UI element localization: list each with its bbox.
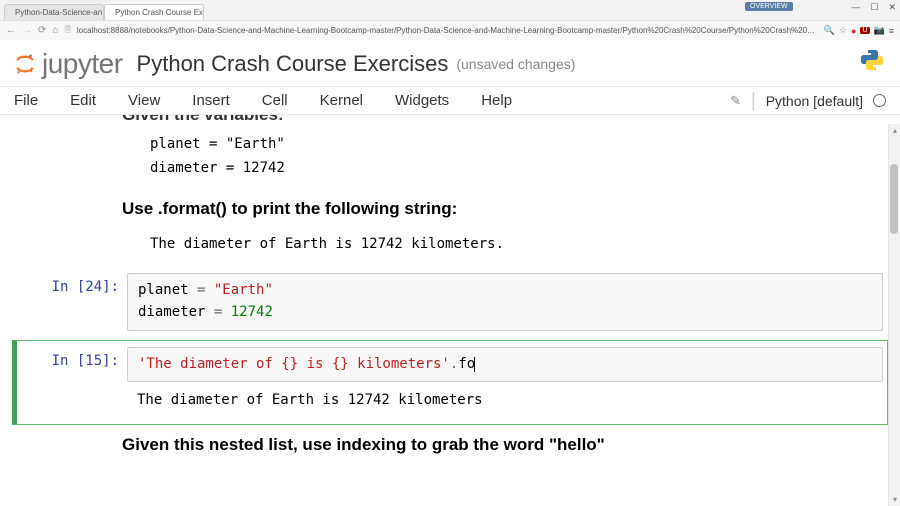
output-prompt <box>17 384 127 418</box>
kernel-indicator: ✎ | Python [default] <box>730 90 886 111</box>
ext-lastpass-icon[interactable]: ● <box>851 26 856 36</box>
browser-chrome: OVERVIEW — ☐ ✕ Python-Data-Science-an… ×… <box>0 0 900 40</box>
browser-tab-label: Python-Data-Science-an… <box>15 8 104 17</box>
notebook-name[interactable]: Python Crash Course Exercises <box>137 51 449 77</box>
browser-tab-active[interactable]: Python Crash Course Exe × <box>104 4 204 20</box>
browser-tab[interactable]: Python-Data-Science-an… × <box>4 4 104 20</box>
edit-mode-icon: ✎ <box>730 93 741 109</box>
scrollbar-vertical[interactable]: ▴ ▾ <box>888 124 900 506</box>
window-controls: — ☐ ✕ <box>851 2 896 13</box>
jupyter-logo[interactable]: jupyter <box>14 48 123 80</box>
page-info-icon[interactable]: 🗎 <box>64 24 70 38</box>
markdown-instruction: Use .format() to print the following str… <box>122 199 878 219</box>
nav-reload-icon[interactable]: ⟳ <box>38 25 46 36</box>
nav-home-icon[interactable]: ⌂ <box>52 25 58 36</box>
markdown-code-preview: planet = "Earth" diameter = 12742 <box>122 125 878 189</box>
search-icon[interactable]: 🔍 <box>824 25 835 36</box>
url-field[interactable]: localhost:8888/notebooks/Python-Data-Sci… <box>77 26 818 35</box>
menu-bar: File Edit View Insert Cell Kernel Widget… <box>0 87 900 115</box>
markdown-cell: Given the variables: planet = "Earth" di… <box>12 115 888 264</box>
cell-output: The diameter of Earth is 12742 kilometer… <box>127 384 883 418</box>
scroll-down-icon[interactable]: ▾ <box>891 495 899 504</box>
nav-forward-icon[interactable]: → <box>22 25 32 36</box>
menu-cell[interactable]: Cell <box>262 92 288 109</box>
browser-address-bar: ← → ⟳ ⌂ 🗎 localhost:8888/notebooks/Pytho… <box>0 20 900 40</box>
markdown-heading: Given this nested list, use indexing to … <box>122 435 878 455</box>
menu-kernel[interactable]: Kernel <box>320 92 363 109</box>
menu-edit[interactable]: Edit <box>70 92 96 109</box>
python-logo-icon <box>860 48 884 72</box>
notebook-save-status: (unsaved changes) <box>456 56 575 72</box>
notebook-header: jupyter Python Crash Course Exercises (u… <box>0 40 900 87</box>
scroll-up-icon[interactable]: ▴ <box>891 126 899 135</box>
window-close-icon[interactable]: ✕ <box>888 2 896 13</box>
overview-badge: OVERVIEW <box>745 2 793 11</box>
menu-help[interactable]: Help <box>481 92 512 109</box>
browser-tab-label: Python Crash Course Exe <box>115 8 204 17</box>
input-prompt: In [24]: <box>17 273 127 330</box>
code-input-area[interactable]: planet = "Earth" diameter = 12742 <box>127 273 883 330</box>
nav-back-icon[interactable]: ← <box>6 25 16 36</box>
markdown-cell: Given this nested list, use indexing to … <box>12 435 888 455</box>
markdown-expected-output: The diameter of Earth is 12742 kilometer… <box>122 225 878 265</box>
chrome-menu-icon[interactable]: ≡ <box>889 26 894 36</box>
kernel-status-icon <box>873 94 886 107</box>
code-cell[interactable]: In [24]: planet = "Earth" diameter = 127… <box>12 266 888 337</box>
code-input-area[interactable]: 'The diameter of {} is {} kilometers'.fo <box>127 347 883 383</box>
menu-widgets[interactable]: Widgets <box>395 92 449 109</box>
jupyter-logo-text: jupyter <box>42 48 123 80</box>
kernel-name[interactable]: Python [default] <box>766 93 863 109</box>
window-minimize-icon[interactable]: — <box>851 2 860 13</box>
jupyter-logo-icon <box>14 53 36 75</box>
scrollbar-thumb[interactable] <box>890 164 898 234</box>
markdown-heading-truncated: Given the variables: <box>122 115 878 125</box>
window-maximize-icon[interactable]: ☐ <box>870 2 878 13</box>
text-cursor <box>474 357 475 372</box>
ext-camera-icon[interactable]: 📷 <box>874 25 885 36</box>
menu-file[interactable]: File <box>14 92 38 109</box>
notebook-container[interactable]: Given the variables: planet = "Earth" di… <box>0 115 900 497</box>
code-cell-selected[interactable]: In [15]: 'The diameter of {} is {} kilom… <box>12 340 888 425</box>
bookmark-star-icon[interactable]: ☆ <box>839 25 847 36</box>
input-prompt: In [15]: <box>17 347 127 383</box>
ext-ublock-icon[interactable]: U <box>860 27 869 34</box>
menu-view[interactable]: View <box>128 92 160 109</box>
menu-insert[interactable]: Insert <box>192 92 230 109</box>
